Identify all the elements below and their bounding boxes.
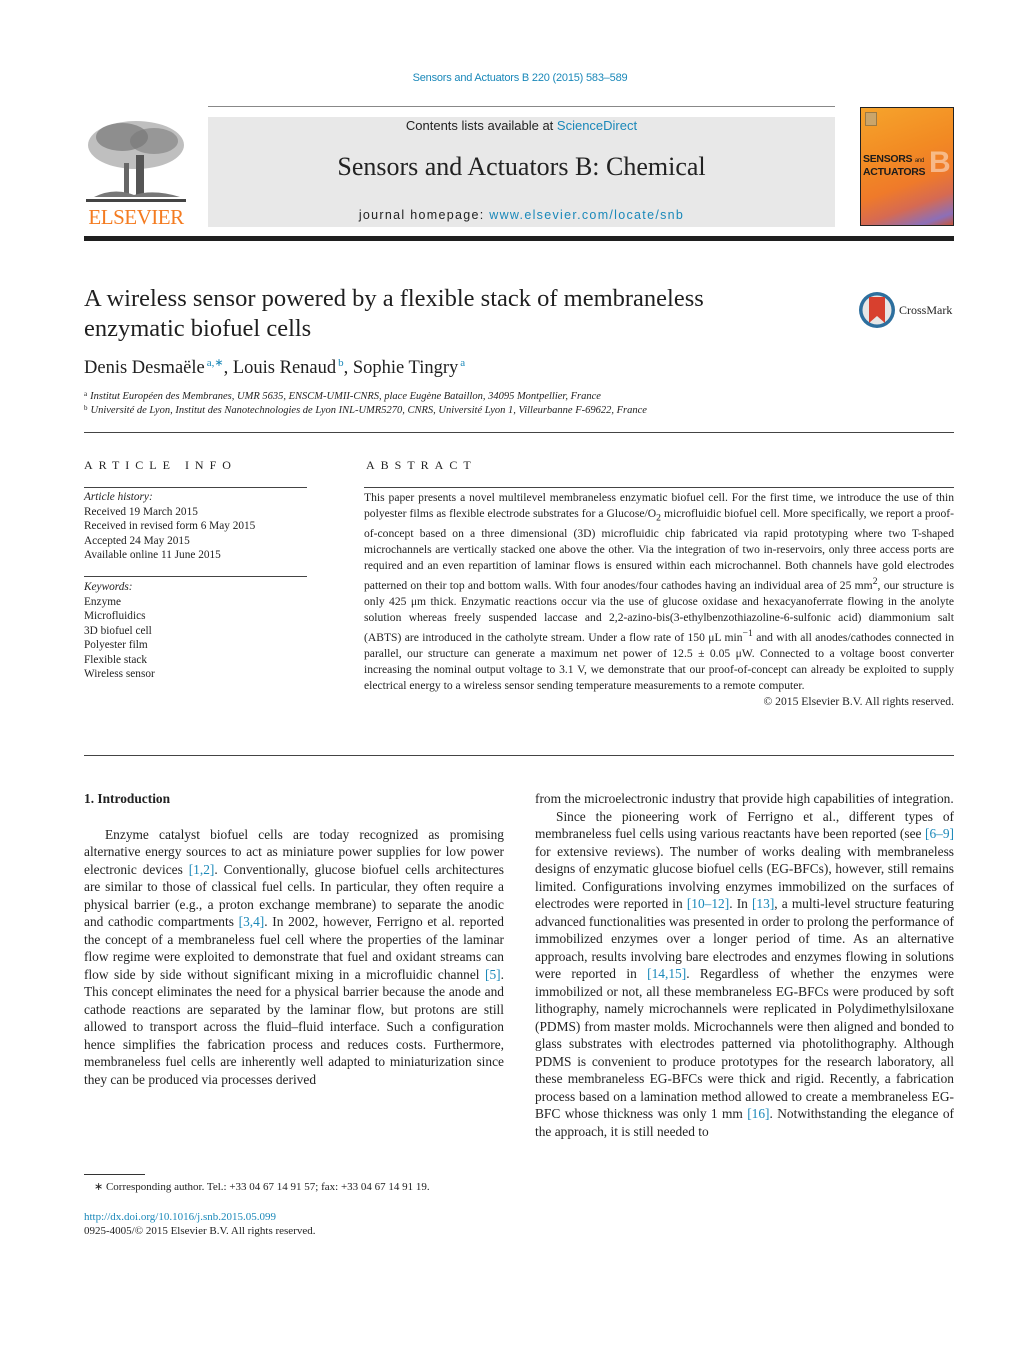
crossmark-label: CrossMark: [899, 303, 953, 317]
history-item: Available online 11 June 2015: [84, 549, 221, 561]
doi-link[interactable]: http://dx.doi.org/10.1016/j.snb.2015.05.…: [84, 1211, 276, 1223]
title-divider: [84, 432, 954, 433]
body-column-left: 1. Introduction Enzyme catalyst biofuel …: [84, 790, 504, 1088]
intro-paragraph-continued: from the microelectronic industry that p…: [535, 791, 954, 806]
affiliation-mark: b: [84, 404, 88, 412]
citation-link[interactable]: [6–9]: [925, 826, 954, 841]
elsevier-wordmark: ELSEVIER: [88, 205, 184, 229]
header-thick-rule: [84, 236, 954, 241]
author-name[interactable]: Louis Renaud: [233, 358, 336, 378]
history-item: Accepted 24 May 2015: [84, 534, 190, 547]
citation-link[interactable]: [14,15]: [647, 966, 686, 981]
affiliation-b: b Université de Lyon, Institut des Nanote…: [84, 404, 647, 416]
citation-link[interactable]: [13]: [752, 896, 774, 911]
cover-title: SENSORS and ACTUATORS: [863, 153, 926, 178]
keyword-item: Wireless sensor: [84, 668, 155, 680]
homepage-link[interactable]: www.elsevier.com/locate/snb: [489, 208, 684, 222]
keyword-item: Polyester film: [84, 639, 148, 651]
author-affiliation-mark[interactable]: a: [460, 357, 465, 369]
article-title: A wireless sensor powered by a flexible …: [84, 285, 704, 342]
header-divider: [208, 106, 835, 107]
issn-copyright: 0925-4005/© 2015 Elsevier B.V. All right…: [84, 1225, 316, 1237]
abstract-end-divider: [84, 755, 954, 756]
keywords: Keywords: Enzyme Microfluidics 3D biofue…: [84, 580, 155, 682]
journal-masthead: Contents lists available at ScienceDirec…: [208, 117, 835, 227]
keyword-item: Flexible stack: [84, 653, 148, 666]
body-text: . In: [729, 896, 752, 911]
body-column-right: from the microelectronic industry that p…: [535, 790, 954, 1140]
cover-line2: ACTUATORS: [863, 166, 926, 178]
affiliation-mark: a: [84, 390, 88, 398]
affiliation-a: a Institut Européen des Membranes, UMR 56…: [84, 390, 601, 402]
keywords-divider: [84, 576, 307, 577]
cover-and: and: [914, 158, 924, 164]
contents-line: Contents lists available at ScienceDirec…: [208, 118, 835, 133]
abstract-body: This paper presents a novel multilevel m…: [364, 490, 954, 710]
homepage-prefix: journal homepage:: [358, 208, 490, 222]
affiliation-text: Université de Lyon, Institut des Nanotec…: [90, 405, 647, 416]
body-text: . This concept eliminates the need for a…: [84, 966, 504, 1087]
keyword-item: Enzyme: [84, 595, 122, 608]
citation-link[interactable]: [5]: [485, 967, 501, 982]
citation-link[interactable]: [1,2]: [189, 862, 215, 877]
history-item: Received in revised form 6 May 2015: [84, 520, 256, 532]
sciencedirect-link[interactable]: ScienceDirect: [557, 118, 637, 133]
homepage-line: journal homepage: www.elsevier.com/locat…: [208, 208, 835, 222]
author-name[interactable]: Sophie Tingry: [353, 358, 458, 378]
cover-line1: SENSORS: [863, 153, 913, 165]
footnote-divider: [84, 1174, 145, 1175]
body-text: Since the pioneering work of Ferrigno et…: [535, 808, 954, 842]
keyword-item: 3D biofuel cell: [84, 624, 152, 637]
keywords-label: Keywords:: [84, 581, 133, 593]
corresponding-author-footnote: ∗ Corresponding author. Tel.: +33 04 67 …: [94, 1181, 430, 1193]
crossmark-badge[interactable]: CrossMark: [858, 291, 958, 331]
author-affiliation-mark[interactable]: a,∗: [207, 357, 224, 369]
journal-title: Sensors and Actuators B: Chemical: [337, 152, 706, 181]
abstract-superscript: −1: [742, 628, 753, 640]
citation-link[interactable]: [3,4]: [239, 914, 265, 929]
contents-prefix: Contents lists available at: [405, 118, 557, 133]
intro-paragraph: Enzyme catalyst biofuel cells are today …: [84, 826, 504, 1089]
history-item: Received 19 March 2015: [84, 505, 198, 518]
running-head[interactable]: Sensors and Actuators B 220 (2015) 583–5…: [0, 72, 1020, 84]
cover-letter: B: [929, 146, 951, 179]
abstract-heading: ABSTRACT: [366, 458, 477, 472]
author-list: Denis Desmaële a,∗, Louis Renaud b, Sophie…: [84, 357, 466, 378]
section-heading-introduction: 1. Introduction: [84, 791, 171, 806]
citation-link[interactable]: [16]: [747, 1106, 769, 1121]
keyword-item: Microfluidics: [84, 610, 146, 622]
author-name[interactable]: Denis Desmaële: [84, 358, 205, 378]
abstract-divider: [364, 487, 954, 488]
journal-cover-image[interactable]: B SENSORS and ACTUATORS: [860, 107, 954, 226]
crossmark-icon: [859, 292, 895, 328]
author-affiliation-mark[interactable]: b: [338, 357, 344, 369]
body-text: . Regardless of whether the enzymes were…: [535, 966, 954, 1121]
cover-emblem-icon: [865, 112, 877, 126]
intro-paragraph: Since the pioneering work of Ferrigno et…: [535, 808, 954, 1141]
abstract-copyright: © 2015 Elsevier B.V. All rights reserved…: [763, 695, 954, 709]
citation-link[interactable]: [10–12]: [687, 896, 729, 911]
elsevier-logo[interactable]: ELSEVIER: [84, 117, 188, 229]
elsevier-tree-icon: [86, 121, 186, 202]
affiliation-text: Institut Européen des Membranes, UMR 563…: [90, 391, 601, 402]
article-info-divider: [84, 487, 307, 488]
article-history-label: Article history:: [84, 491, 153, 503]
article-info-heading: ARTICLE INFO: [84, 458, 237, 472]
article-history: Article history: Received 19 March 2015 …: [84, 490, 255, 563]
